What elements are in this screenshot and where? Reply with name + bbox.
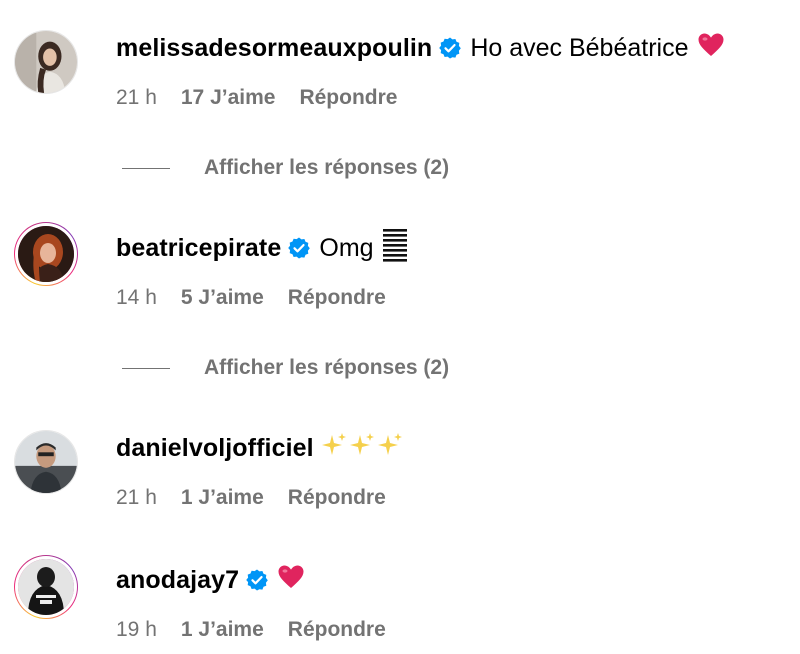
avatar-photo (18, 226, 74, 282)
view-replies-button[interactable]: Afficher les réponses (2) (122, 153, 449, 183)
avatar[interactable] (14, 430, 78, 494)
likes-count[interactable]: 1 J’aime (181, 486, 264, 510)
avatar-photo (15, 431, 77, 493)
likes-count[interactable]: 17 J’aime (181, 86, 276, 110)
divider-line (122, 167, 170, 169)
avatar[interactable] (14, 30, 78, 94)
avatar-photo (15, 31, 77, 93)
comment-timestamp: 21 h (116, 486, 157, 509)
comment-text: Omg (319, 233, 374, 262)
avatar[interactable] (14, 555, 78, 619)
username[interactable]: danielvoljofficiel (116, 434, 314, 463)
divider-line (122, 367, 170, 369)
comment-timestamp: 21 h (116, 86, 157, 109)
reply-button[interactable]: Répondre (288, 486, 386, 510)
red-heart-icon (277, 564, 305, 597)
username[interactable]: beatricepirate (116, 234, 281, 263)
reply-button[interactable]: Répondre (288, 618, 386, 642)
reply-button[interactable]: Répondre (299, 86, 397, 110)
comment-text: Ho avec Bébéatrice (470, 33, 689, 62)
avatar-photo (18, 559, 74, 615)
sparkles-icon (321, 431, 406, 466)
verified-badge-icon (438, 36, 462, 60)
likes-count[interactable]: 1 J’aime (181, 618, 264, 642)
avatar[interactable] (14, 222, 78, 286)
username[interactable]: anodajay7 (116, 566, 239, 595)
likes-count[interactable]: 5 J’aime (181, 286, 264, 310)
verified-badge-icon (287, 236, 311, 260)
comment-timestamp: 14 h (116, 286, 157, 309)
username[interactable]: melissadesormeauxpoulin (116, 34, 432, 63)
comment-timestamp: 19 h (116, 618, 157, 641)
verified-badge-icon (245, 568, 269, 592)
red-heart-icon (697, 32, 725, 65)
view-replies-label: Afficher les réponses (2) (204, 356, 450, 379)
lines-icon (382, 228, 408, 269)
view-replies-button[interactable]: Afficher les réponses (2) (122, 353, 449, 383)
view-replies-label: Afficher les réponses (2) (204, 156, 450, 179)
reply-button[interactable]: Répondre (288, 286, 386, 310)
